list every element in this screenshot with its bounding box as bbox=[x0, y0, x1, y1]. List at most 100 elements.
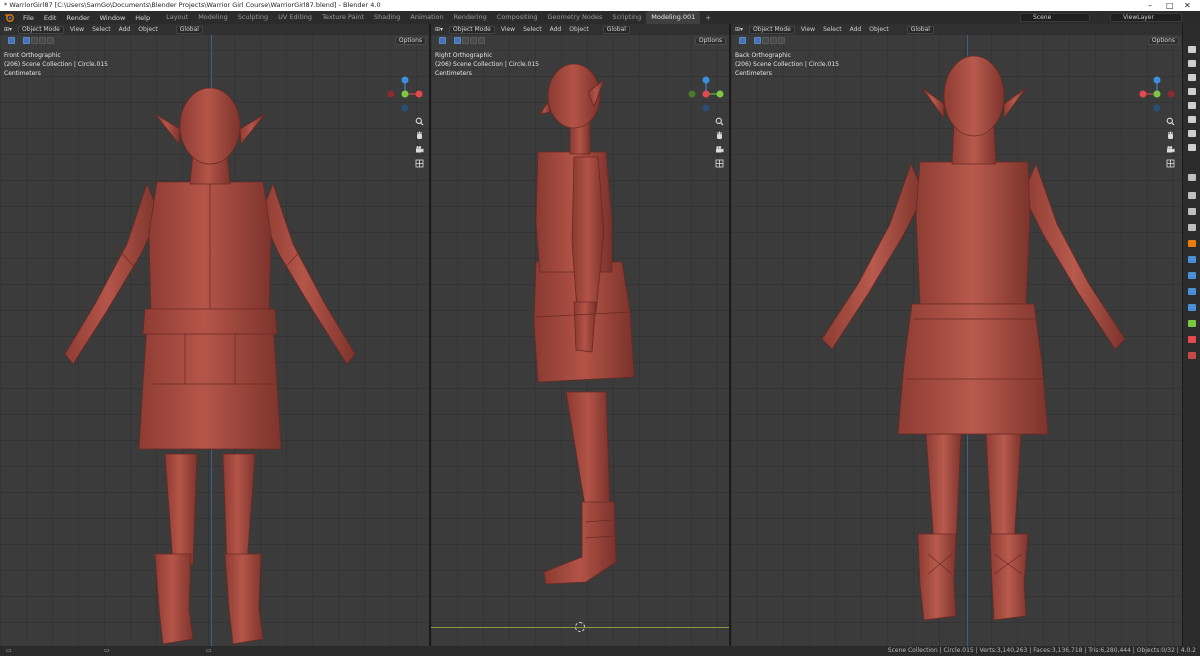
mode-new-icon[interactable] bbox=[754, 37, 761, 44]
tab-compositing[interactable]: Compositing bbox=[492, 11, 543, 24]
grid-view-icon[interactable] bbox=[414, 158, 424, 168]
grid-view-icon[interactable] bbox=[1165, 158, 1175, 168]
add-menu[interactable]: Add bbox=[115, 26, 135, 33]
select-box-icon[interactable] bbox=[8, 37, 15, 44]
zoom-icon[interactable] bbox=[1165, 116, 1175, 126]
world-tab-icon[interactable] bbox=[1188, 116, 1196, 123]
mode-extend-icon[interactable] bbox=[31, 37, 38, 44]
tool-tab-icon[interactable] bbox=[1188, 46, 1196, 53]
orientation-dropdown[interactable]: Global bbox=[602, 25, 630, 34]
constraints-icon[interactable] bbox=[1188, 272, 1196, 279]
camera-icon[interactable] bbox=[1165, 144, 1175, 154]
add-menu[interactable]: Add bbox=[846, 26, 866, 33]
tab-sculpting[interactable]: Sculpting bbox=[233, 11, 273, 24]
material-icon[interactable] bbox=[1188, 336, 1196, 343]
select-box-icon[interactable] bbox=[439, 37, 446, 44]
editor-type-icon[interactable]: ⊞▾ bbox=[731, 26, 747, 33]
object-menu[interactable]: Object bbox=[134, 26, 162, 33]
scene-selector[interactable]: Scene bbox=[1020, 13, 1090, 22]
camera-icon[interactable] bbox=[714, 144, 724, 154]
menu-file[interactable]: File bbox=[18, 14, 39, 22]
tab-geometry-nodes[interactable]: Geometry Nodes bbox=[543, 11, 608, 24]
mode-dropdown[interactable]: Object Mode bbox=[749, 25, 795, 34]
tab-modeling[interactable]: Modeling bbox=[193, 11, 233, 24]
tab-animation[interactable]: Animation bbox=[405, 11, 448, 24]
pan-hand-icon[interactable] bbox=[1165, 130, 1175, 140]
area-separator[interactable] bbox=[429, 24, 431, 646]
mode-intersect-icon[interactable] bbox=[778, 37, 785, 44]
mode-extend-icon[interactable] bbox=[762, 37, 769, 44]
3d-cursor-icon[interactable] bbox=[575, 622, 585, 632]
particles-tab-icon[interactable] bbox=[1188, 208, 1196, 215]
navigation-gizmo[interactable] bbox=[1137, 74, 1177, 114]
tab-scripting[interactable]: Scripting bbox=[607, 11, 646, 24]
mode-dropdown[interactable]: Object Mode bbox=[18, 25, 64, 34]
camera-icon[interactable] bbox=[414, 144, 424, 154]
navigation-gizmo[interactable] bbox=[686, 74, 726, 114]
physics-tab-icon[interactable] bbox=[1188, 224, 1196, 231]
orientation-dropdown[interactable]: Global bbox=[175, 25, 203, 34]
view-menu[interactable]: View bbox=[497, 26, 519, 33]
mode-dropdown[interactable]: Object Mode bbox=[449, 25, 495, 34]
select-menu[interactable]: Select bbox=[819, 26, 846, 33]
view-menu[interactable]: View bbox=[797, 26, 819, 33]
mode-subtract-icon[interactable] bbox=[770, 37, 777, 44]
tab-uv-editing[interactable]: UV Editing bbox=[273, 11, 317, 24]
mesh-data-icon[interactable] bbox=[1188, 320, 1196, 327]
options-dropdown[interactable]: Options bbox=[394, 37, 426, 45]
select-box-icon[interactable] bbox=[739, 37, 746, 44]
object-menu[interactable]: Object bbox=[565, 26, 593, 33]
navigation-gizmo[interactable] bbox=[385, 74, 425, 114]
area-separator[interactable] bbox=[729, 24, 731, 646]
tab-rendering[interactable]: Rendering bbox=[449, 11, 492, 24]
tab-layout[interactable]: Layout bbox=[161, 11, 193, 24]
menu-help[interactable]: Help bbox=[130, 14, 155, 22]
wrench-icon[interactable] bbox=[1188, 256, 1196, 263]
pan-hand-icon[interactable] bbox=[414, 130, 424, 140]
modifier-tab-icon[interactable] bbox=[1188, 192, 1196, 199]
select-menu[interactable]: Select bbox=[519, 26, 546, 33]
tab-modeling-001[interactable]: Modeling.001 bbox=[646, 11, 701, 24]
mode-new-icon[interactable] bbox=[454, 37, 461, 44]
mode-subtract-icon[interactable] bbox=[39, 37, 46, 44]
select-menu[interactable]: Select bbox=[88, 26, 115, 33]
close-icon[interactable]: ✕ bbox=[1184, 0, 1191, 11]
view-menu[interactable]: View bbox=[66, 26, 88, 33]
add-workspace-button[interactable]: + bbox=[700, 14, 716, 22]
render-tab-icon[interactable] bbox=[1188, 60, 1196, 67]
zoom-icon[interactable] bbox=[414, 116, 424, 126]
menu-window[interactable]: Window bbox=[95, 14, 131, 22]
options-dropdown[interactable]: Options bbox=[694, 37, 726, 45]
options-dropdown[interactable]: Options bbox=[1147, 37, 1179, 45]
minimize-icon[interactable]: – bbox=[1148, 0, 1152, 11]
object-menu[interactable]: Object bbox=[865, 26, 893, 33]
output-tab-icon[interactable] bbox=[1188, 74, 1196, 81]
mode-intersect-icon[interactable] bbox=[478, 37, 485, 44]
blender-logo-icon[interactable] bbox=[3, 13, 15, 22]
viewport-front[interactable]: ⊞▾ Object Mode View Select Add Object Gl… bbox=[0, 24, 429, 646]
object-tab-icon[interactable] bbox=[1188, 174, 1196, 181]
mode-new-icon[interactable] bbox=[23, 37, 30, 44]
orientation-dropdown[interactable]: Global bbox=[906, 25, 934, 34]
mode-subtract-icon[interactable] bbox=[470, 37, 477, 44]
collection-tab-icon[interactable] bbox=[1188, 130, 1196, 137]
viewport-back[interactable]: ⊞▾ Object Mode View Select Add Object Gl… bbox=[731, 24, 1182, 646]
menu-render[interactable]: Render bbox=[61, 14, 94, 22]
viewport-right[interactable]: ⊞▾ Object Mode View Select Add Object Gl… bbox=[431, 24, 729, 646]
object-properties-icon[interactable] bbox=[1188, 240, 1196, 247]
add-menu[interactable]: Add bbox=[546, 26, 566, 33]
editor-type-icon[interactable]: ⊞▾ bbox=[0, 26, 16, 33]
pan-hand-icon[interactable] bbox=[714, 130, 724, 140]
grid-view-icon[interactable] bbox=[714, 158, 724, 168]
viewlayer-selector[interactable]: ViewLayer bbox=[1110, 13, 1182, 22]
texture-tab-icon[interactable] bbox=[1188, 144, 1196, 151]
object-data-icon[interactable] bbox=[1188, 304, 1196, 311]
mode-extend-icon[interactable] bbox=[462, 37, 469, 44]
texture-icon[interactable] bbox=[1188, 352, 1196, 359]
tab-shading[interactable]: Shading bbox=[369, 11, 405, 24]
menu-edit[interactable]: Edit bbox=[39, 14, 62, 22]
editor-type-icon[interactable]: ⊞▾ bbox=[431, 26, 447, 33]
scene-tab-icon[interactable] bbox=[1188, 102, 1196, 109]
maximize-icon[interactable]: □ bbox=[1166, 0, 1174, 11]
tab-texture-paint[interactable]: Texture Paint bbox=[317, 11, 369, 24]
